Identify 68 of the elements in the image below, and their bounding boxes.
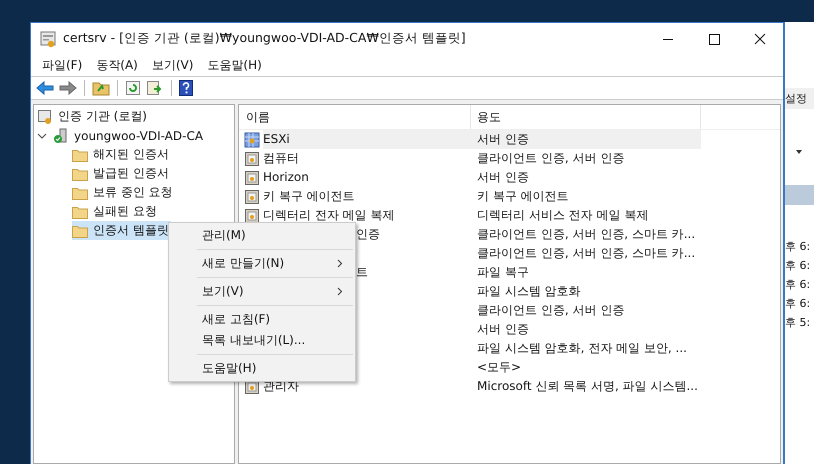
tree-item[interactable]: youngwoo-VDI-AD-CA	[74, 128, 204, 142]
dropdown-arrow-icon	[795, 149, 803, 155]
menu-item[interactable]: 도움말(H)	[206, 56, 263, 74]
table-cell-text: 파일 시스템 암호화, 전자 메일 보안, ...	[476, 340, 688, 357]
table-cell-text: 서버 인증	[476, 321, 530, 338]
template-icon	[244, 150, 260, 166]
context-menu-item[interactable]: 도움말(H)	[169, 358, 355, 379]
table-cell-text: <모두>	[476, 359, 522, 376]
time-text: 후 5:	[785, 315, 812, 331]
template-icon	[244, 188, 260, 204]
table-cell-text: 키 복구 에이전트	[476, 188, 570, 205]
template-name[interactable]: 디렉터리 전자 메일 복제	[263, 206, 396, 225]
template-icon	[244, 132, 260, 148]
tree-item[interactable]: 해지된 인증서	[72, 145, 171, 164]
table-cell-text: Microsoft 신뢰 목록 서명, 파일 시스템...	[476, 378, 699, 395]
tree-item[interactable]: 인증서 템플릿	[72, 221, 171, 240]
help-icon[interactable]	[179, 80, 193, 96]
template-name[interactable]: 인증	[356, 225, 382, 244]
folder-up-icon[interactable]	[92, 80, 110, 96]
back-arrow-icon[interactable]	[36, 80, 54, 96]
menu-item[interactable]: 동작(A)	[95, 56, 139, 74]
certificate-icon	[39, 30, 57, 48]
table-cell-text: 클라이언트 인증, 서버 인증, 스마트 카...	[476, 226, 696, 243]
table-cell: 서버 인증	[471, 130, 701, 149]
folder-icon	[72, 224, 88, 238]
server-icon	[53, 128, 69, 144]
column-header[interactable]: 이름	[239, 105, 471, 129]
table-cell-text: 파일 복구	[476, 264, 530, 281]
folder-icon	[72, 148, 88, 162]
template-icon	[244, 170, 260, 186]
chevron-icon[interactable]	[37, 130, 47, 140]
column-header[interactable]: 용도	[471, 105, 701, 129]
table-cell-text: 파일 시스템 암호화	[476, 283, 582, 300]
context-menu-item[interactable]: 목록 내보내기(L)...	[169, 330, 355, 358]
menu-item[interactable]: 보기(V)	[150, 56, 194, 74]
time-text: 후 6:	[785, 258, 812, 274]
context-menu-item[interactable]: 새로 고침(F)	[169, 309, 355, 330]
tree-item[interactable]: 실패된 요청	[72, 202, 159, 221]
table-cell-text: 클라이언트 인증, 서버 인증, 스마트 카...	[476, 245, 696, 262]
template-name[interactable]: Horizon	[263, 168, 311, 187]
window-title: certsrv - [인증 기관 (로컬)₩youngwoo-VDI-AD-CA₩인증서 템플릿]	[63, 30, 467, 47]
folder-icon	[72, 204, 88, 218]
table-cell-text: 디렉터리 서비스 전자 메일 복제	[476, 207, 650, 224]
folder-icon	[72, 166, 88, 180]
context-menu-item[interactable]: 관리(M)	[169, 225, 355, 253]
export-list-icon[interactable]	[146, 80, 164, 96]
context-menu-item[interactable]: 보기(V)	[169, 281, 355, 309]
tree-item[interactable]: 발급된 인증서	[72, 164, 171, 183]
tree-item[interactable]: 인증 기관 (로컬)	[58, 108, 147, 125]
header-bar	[785, 185, 814, 205]
settings-label: 설정	[785, 88, 814, 109]
template-name[interactable]: 컴퓨터	[263, 149, 301, 168]
refresh-icon[interactable]	[125, 80, 141, 96]
template-name[interactable]: 키 복구 에이전트	[263, 187, 357, 206]
time-text: 후 6:	[785, 277, 812, 293]
forward-arrow-icon[interactable]	[59, 80, 77, 96]
template-name[interactable]: ESXi	[263, 130, 471, 149]
certificate-icon	[37, 108, 53, 124]
context-menu-item[interactable]: 새로 만들기(N)	[169, 253, 355, 281]
table-cell-text: 클라이언트 인증, 서버 인증	[476, 150, 626, 167]
time-text: 후 6:	[785, 296, 812, 312]
folder-icon	[72, 186, 88, 200]
tree-item[interactable]: 보류 중인 요청	[72, 183, 175, 202]
table-cell-text: 클라이언트 인증, 서버 인증	[476, 302, 626, 319]
time-text: 후 6:	[785, 239, 812, 255]
table-cell-text: 서버 인증	[476, 169, 530, 186]
template-name[interactable]: 트	[356, 263, 370, 282]
menu-item[interactable]: 파일(F)	[41, 56, 84, 74]
